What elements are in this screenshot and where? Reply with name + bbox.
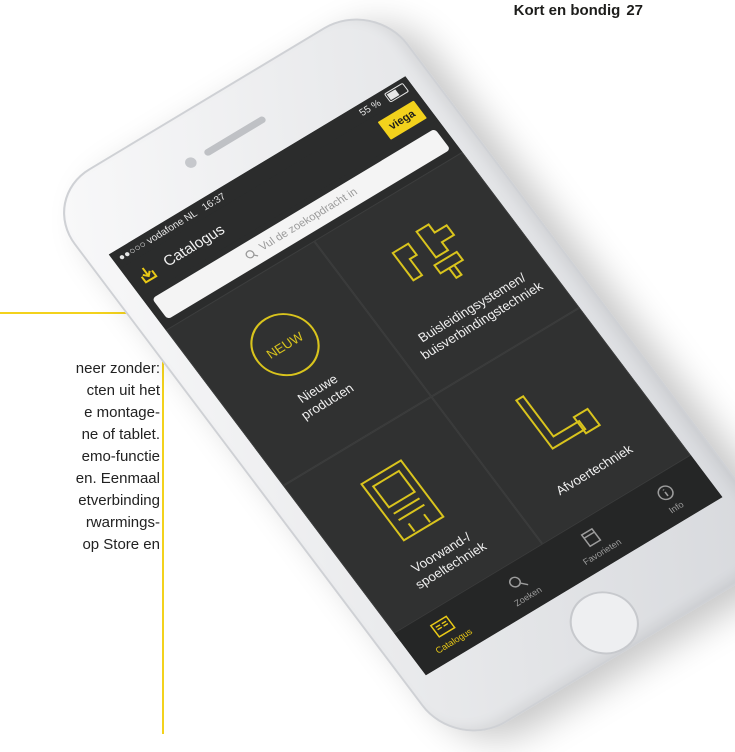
body-line: cten uit het [86, 382, 160, 399]
body-line: neer zonder: [75, 360, 160, 377]
page-header: Kort en bondig 27 [514, 2, 643, 19]
app-screen: ●●○○○ vodafone NL 16:37 55 % Catalogus v… [108, 76, 723, 676]
section-title: Kort en bondig [513, 2, 621, 19]
body-line: e montage- [84, 404, 160, 421]
download-icon[interactable] [131, 259, 163, 288]
search-icon [245, 249, 258, 259]
front-camera [182, 155, 199, 170]
body-line: rwarmings- [85, 514, 160, 531]
body-line: etverbinding [78, 492, 160, 509]
page-number: 27 [626, 2, 643, 19]
body-line: emo-functie [81, 448, 160, 465]
body-line: ne of tablet. [81, 426, 160, 443]
body-text: neer zonder: cten uit het e montage- ne … [0, 358, 160, 556]
body-line: op Store en [82, 536, 160, 553]
phone-speaker [202, 115, 268, 157]
home-button[interactable] [556, 579, 653, 667]
body-line: en. Eenmaal [75, 470, 160, 487]
new-badge-icon: NEUW [236, 301, 333, 389]
tile-label: Nieuwe producten [294, 371, 357, 423]
